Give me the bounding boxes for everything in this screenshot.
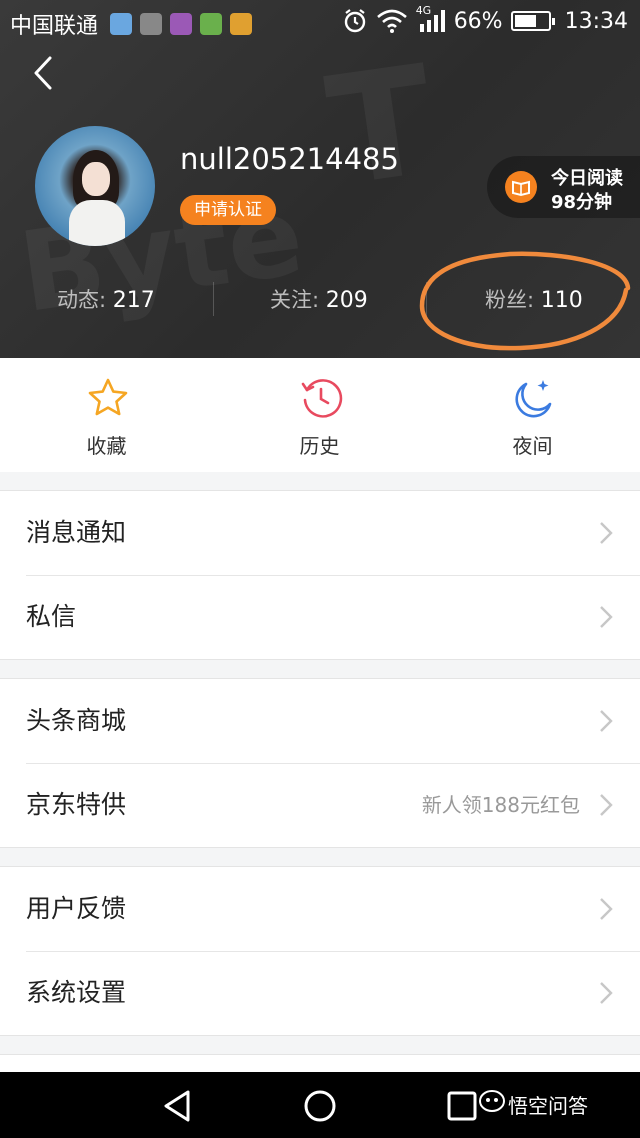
menu-item-mall[interactable]: 头条商城: [0, 679, 640, 763]
menu-group: 消息通知 私信: [0, 490, 640, 660]
chevron-right-icon: [600, 606, 613, 628]
star-icon: [88, 378, 128, 416]
watermark-brand: 悟空问答: [508, 1094, 588, 1118]
chevron-right-icon: [600, 710, 613, 732]
alarm-icon: [344, 9, 365, 33]
reading-time-badge[interactable]: 今日阅读 98分钟: [487, 156, 640, 218]
stat-following[interactable]: 关注: 209: [270, 278, 368, 322]
book-icon: [505, 171, 537, 203]
wifi-icon: [376, 9, 407, 33]
divider: [213, 282, 214, 316]
history-clock-icon: [301, 379, 343, 418]
profile-header: T Byte 中国联通 4G 66% 13:34 null205214485 申…: [0, 0, 640, 358]
quick-actions-bar: 收藏 历史 夜间: [0, 358, 640, 472]
history-button[interactable]: 历史: [213, 358, 426, 472]
menu-item-feedback[interactable]: 用户反馈: [0, 867, 640, 951]
nav-recents-icon[interactable]: [444, 1088, 480, 1124]
battery-percent: 66%: [453, 8, 503, 34]
menu-item-label: 头条商城: [26, 706, 127, 735]
back-arrow-icon: [34, 56, 52, 90]
menu-item-settings[interactable]: 系统设置: [0, 951, 640, 1035]
favorites-button[interactable]: 收藏: [0, 358, 213, 472]
back-button[interactable]: [26, 50, 66, 96]
menu-group-partial: [0, 1054, 640, 1074]
chevron-right-icon: [600, 794, 613, 816]
clock: 13:34: [564, 8, 628, 34]
stat-label: 动态:: [57, 288, 107, 312]
background-watermark: T: [318, 33, 444, 221]
chevron-right-icon: [600, 522, 613, 544]
menu-group: 头条商城 京东特供 新人领188元红包: [0, 678, 640, 848]
reading-label: 今日阅读: [551, 168, 623, 189]
reading-minutes: 98分钟: [551, 192, 613, 213]
avatar[interactable]: [35, 126, 155, 246]
stat-value: 217: [112, 288, 155, 313]
wukong-logo-icon: [479, 1090, 505, 1112]
nav-back-icon[interactable]: [160, 1088, 196, 1124]
app-notification-icon: [140, 13, 163, 35]
menu-item-notifications[interactable]: 消息通知: [0, 491, 640, 575]
apply-certification-button[interactable]: 申请认证: [180, 195, 276, 225]
app-notification-icon: [230, 13, 253, 35]
app-notification-icon: [170, 13, 193, 35]
stat-label: 关注:: [270, 288, 320, 312]
night-mode-button[interactable]: 夜间: [426, 358, 639, 472]
history-label: 历史: [299, 434, 340, 458]
menu-item-private-messages[interactable]: 私信: [0, 575, 640, 659]
menu-item-label: 京东特供: [26, 790, 127, 819]
app-notification-icon: [110, 13, 133, 35]
menu-item-label: 用户反馈: [26, 894, 127, 923]
menu-item-label: 私信: [26, 602, 77, 631]
app-notification-icon: [200, 13, 223, 35]
carrier-label: 中国联通: [10, 14, 99, 39]
hand-drawn-circle-annotation: [419, 251, 631, 351]
favorites-label: 收藏: [86, 434, 127, 458]
menu-item-label: 消息通知: [26, 518, 127, 547]
stat-posts[interactable]: 动态: 217: [57, 278, 155, 322]
menu-item-hint: 新人领188元红包: [421, 793, 580, 817]
stat-value: 209: [325, 288, 368, 313]
username: null205214485: [180, 142, 399, 176]
cellular-signal-icon: 4G: [416, 4, 446, 34]
nav-home-icon[interactable]: [302, 1088, 338, 1124]
menu-item-label: 系统设置: [26, 978, 127, 1007]
chevron-right-icon: [600, 898, 613, 920]
menu-group: 用户反馈 系统设置: [0, 866, 640, 1036]
status-bar: 中国联通 4G 66% 13:34: [0, 0, 640, 44]
battery-icon: [510, 11, 555, 31]
chevron-right-icon: [600, 982, 613, 1004]
menu-item-jd-special[interactable]: 京东特供 新人领188元红包: [0, 763, 640, 847]
night-mode-label: 夜间: [512, 434, 553, 458]
moon-icon: [515, 380, 552, 418]
